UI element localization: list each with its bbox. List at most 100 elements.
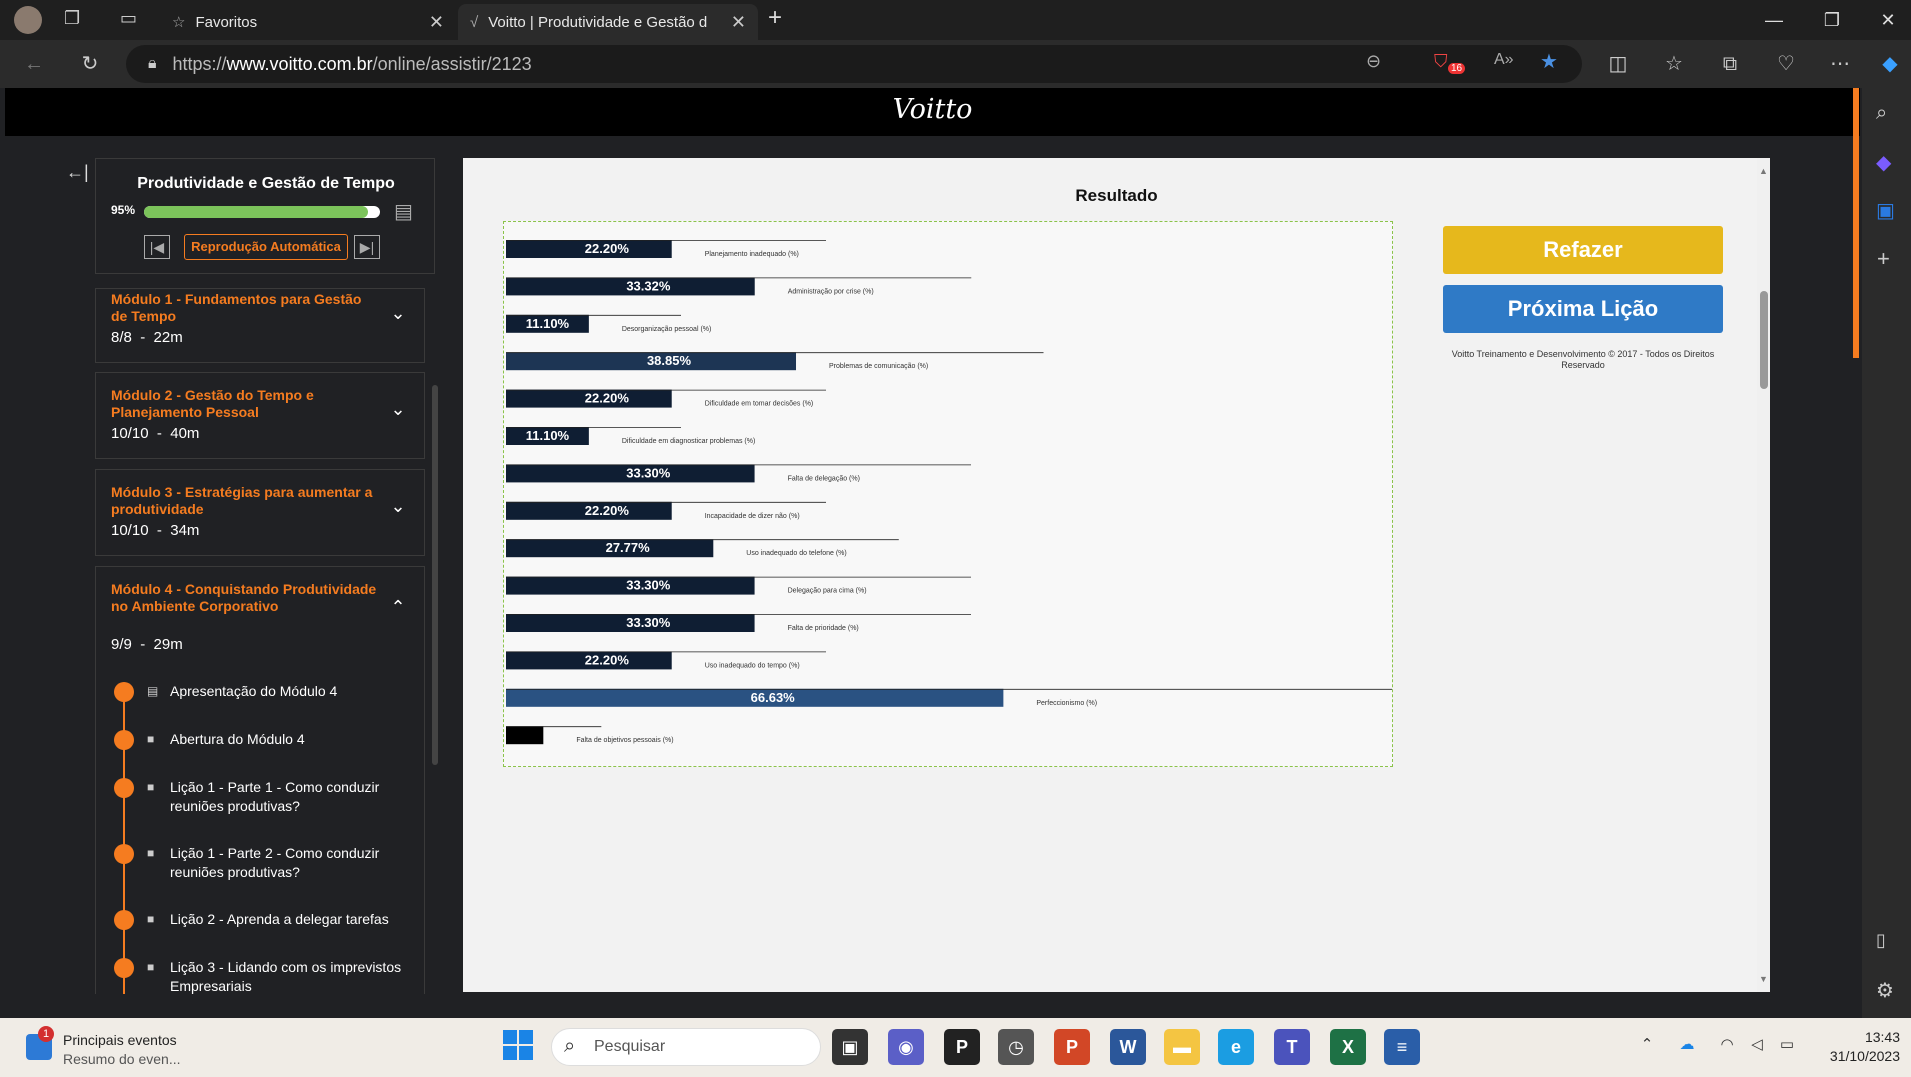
lesson-label: Lição 1 - Parte 1 - Como conduzir reuniõ… [170, 779, 380, 814]
next-lesson-button[interactable]: ▶| [354, 235, 380, 259]
chevron-down-icon[interactable]: ⌄ [388, 496, 408, 517]
result-panel: Resultado 22.20% Planejamento inadequado … [463, 158, 1770, 992]
module-item[interactable]: Módulo 3 - Estratégias para aumentar a p… [95, 469, 425, 556]
battery-icon[interactable]: ▭ [1776, 1035, 1798, 1053]
clock-time: 13:43 [1864, 1029, 1900, 1045]
excel-icon[interactable]: X [1330, 1029, 1366, 1065]
word-icon[interactable]: W [1110, 1029, 1146, 1065]
search-icon: ⌕ [564, 1035, 576, 1057]
copilot-icon[interactable]: ◆ [1872, 46, 1908, 82]
minimize-icon[interactable]: — [1752, 6, 1796, 34]
health-icon[interactable]: ♡ [1768, 46, 1804, 82]
content-scrollbar[interactable]: ▲ ▼ [1757, 158, 1770, 992]
powerpoint-icon[interactable]: P [1054, 1029, 1090, 1065]
scroll-down-icon[interactable]: ▼ [1759, 974, 1768, 984]
chevron-up-icon[interactable]: ⌃ [388, 597, 408, 618]
lesson-item[interactable]: ■ Lição 3 - Lidando com os imprevistos E… [95, 958, 425, 994]
split-screen-icon[interactable]: ◫ [1600, 46, 1636, 82]
chart-category-label: Perfeccionismo (%) [1036, 700, 1097, 707]
favorite-star-icon[interactable]: ★ [1540, 49, 1558, 74]
autoplay-button[interactable]: Reprodução Automática [184, 234, 348, 260]
onedrive-icon[interactable]: ☁ [1676, 1035, 1698, 1053]
zoom-out-icon[interactable]: ⊖ [1366, 51, 1381, 72]
refazer-button[interactable]: Refazer [1443, 226, 1723, 274]
wifi-icon[interactable]: ◠ [1716, 1035, 1738, 1053]
task-view-icon[interactable]: ▣ [832, 1029, 868, 1065]
star-icon: ☆ [172, 14, 186, 31]
address-bar[interactable]: 🔒︎ https://www.voitto.com.br/online/assi… [126, 45, 1582, 83]
taskbar-clock[interactable]: 13:43 31/10/2023 [1800, 1028, 1900, 1066]
pdf-app-icon[interactable]: P [944, 1029, 980, 1065]
new-tab-icon[interactable]: + [768, 4, 782, 32]
previous-lesson-button[interactable]: |◀ [144, 235, 170, 259]
outlook-icon[interactable]: ▣ [1876, 198, 1895, 223]
collapse-sidebar-icon[interactable]: ←| [66, 162, 89, 183]
chart-category-label: Uso inadequado do telefone (%) [746, 550, 846, 557]
back-icon[interactable]: ← [16, 46, 52, 82]
lock-icon: 🔒︎ [148, 55, 157, 72]
chart-value-label: 33.32% [626, 278, 671, 293]
close-window-icon[interactable]: ✕ [1866, 6, 1910, 34]
chevron-down-icon[interactable]: ⌄ [388, 303, 408, 324]
sidebar-scrollbar[interactable] [432, 385, 438, 765]
settings-gear-icon[interactable]: ⚙ [1876, 978, 1894, 1003]
teams-chat-icon[interactable]: ◉ [888, 1029, 924, 1065]
clock-app-icon[interactable]: ◷ [998, 1029, 1034, 1065]
scroll-up-icon[interactable]: ▲ [1759, 166, 1768, 176]
windows-start-icon[interactable] [503, 1030, 533, 1060]
refresh-icon[interactable]: ↻ [72, 46, 108, 82]
chart-value-label: 22.20% [585, 652, 630, 667]
progress-percent: 95% [111, 203, 136, 217]
lesson-item[interactable]: ■ Lição 1 - Parte 1 - Como conduzir reun… [95, 778, 425, 822]
chart-value-label: 66.63% [751, 690, 796, 705]
progress-bar-fill [144, 206, 369, 218]
restore-icon[interactable]: ❐ [1810, 6, 1854, 34]
lesson-status-dot [114, 778, 134, 798]
volume-icon[interactable]: ◁ [1746, 1035, 1768, 1053]
workspaces-icon[interactable]: ❐ [64, 8, 80, 29]
tracker-badge: 16 [1448, 63, 1466, 74]
more-icon[interactable]: ⋯ [1822, 46, 1858, 82]
sidebar-toggle-icon[interactable]: ▯ [1876, 930, 1886, 951]
lesson-item[interactable]: ■ Lição 1 - Parte 2 - Como conduzir reun… [95, 844, 425, 888]
favorites-icon[interactable]: ☆ [1656, 46, 1692, 82]
tab-actions-icon[interactable]: ▭ [120, 8, 137, 29]
video-icon: ■ [147, 732, 155, 746]
file-explorer-icon[interactable]: ▬ [1164, 1029, 1200, 1065]
news-widget[interactable]: 1 Principais eventos Resumo do even... [20, 1026, 190, 1070]
lesson-status-dot [114, 958, 134, 978]
lesson-item[interactable]: ■ Abertura do Módulo 4 [95, 730, 425, 760]
close-tab-icon[interactable]: ✕ [731, 12, 746, 33]
collections-icon[interactable]: ⧉ [1712, 46, 1748, 82]
course-card: Produtividade e Gestão de Tempo 95% ▤ |◀… [95, 158, 435, 274]
page-scrollbar[interactable] [1853, 88, 1859, 358]
lesson-status-dot [114, 910, 134, 930]
certificate-icon[interactable]: ▤ [394, 199, 420, 223]
lesson-item[interactable]: ■ Lição 2 - Aprenda a delegar tarefas [95, 910, 425, 940]
module-item[interactable]: Módulo 1 - Fundamentos para Gestão de Te… [95, 288, 425, 363]
video-icon: ■ [147, 960, 155, 974]
close-tab-icon[interactable]: ✕ [429, 12, 444, 33]
voitto-logo[interactable]: Voitto [5, 94, 1860, 125]
read-aloud-icon[interactable]: A» [1494, 51, 1514, 69]
edge-icon[interactable]: e [1218, 1029, 1254, 1065]
tracker-shield-icon[interactable]: ⛉ [1434, 51, 1448, 72]
profile-avatar[interactable] [14, 6, 42, 34]
chart-value-label: 33.30% [626, 465, 671, 480]
tray-overflow-icon[interactable]: ⌃ [1636, 1035, 1658, 1053]
search-icon[interactable]: ⌕ [1876, 102, 1887, 125]
news-subtitle: Resumo do even... [63, 1051, 181, 1067]
taskbar-search[interactable]: ⌕ Pesquisar [551, 1028, 821, 1066]
tab-favoritos[interactable]: ☆ Favoritos ✕ [160, 4, 456, 40]
notepad-icon[interactable]: ≡ [1384, 1029, 1420, 1065]
module-item[interactable]: Módulo 2 - Gestão do Tempo e Planejament… [95, 372, 425, 459]
content-scroll-thumb[interactable] [1760, 291, 1768, 389]
teams-icon[interactable]: T [1274, 1029, 1310, 1065]
lesson-label: Lição 1 - Parte 2 - Como conduzir reuniõ… [170, 845, 380, 880]
copilot-app-icon[interactable]: ◆ [1876, 150, 1891, 175]
next-lesson-main-button[interactable]: Próxima Lição [1443, 285, 1723, 333]
chevron-down-icon[interactable]: ⌄ [388, 399, 408, 420]
lesson-item[interactable]: ▤ Apresentação do Módulo 4 [95, 682, 425, 712]
tab-voitto[interactable]: √ Voitto | Produtividade e Gestão d ✕ [458, 4, 758, 40]
add-app-icon[interactable]: + [1877, 246, 1890, 272]
